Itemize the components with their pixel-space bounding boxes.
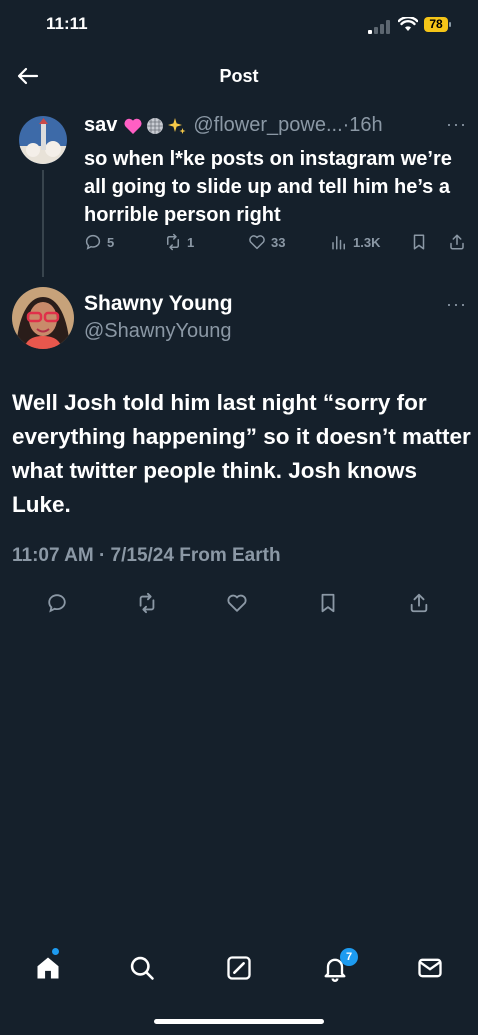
home-indicator[interactable] bbox=[154, 1019, 324, 1024]
quoted-post-time: ·16h bbox=[342, 114, 383, 136]
heart-icon bbox=[249, 235, 265, 250]
thread-connector bbox=[42, 170, 44, 277]
cellular-signal-icon bbox=[368, 20, 390, 34]
reply-icon bbox=[48, 594, 66, 613]
views-icon bbox=[332, 236, 345, 250]
post-metadata: 11:07 AM · 7/15/24 From Earth bbox=[12, 545, 281, 566]
quoted-post-text: so when l*ke posts on instagram we’re al… bbox=[84, 148, 452, 226]
bookmark-icon bbox=[321, 593, 335, 613]
post-text: Well Josh told him last night “sorry for… bbox=[12, 390, 471, 517]
notifications-badge: 7 bbox=[340, 948, 358, 966]
home-unread-dot bbox=[52, 948, 59, 955]
home-icon bbox=[37, 957, 59, 979]
repost-icon bbox=[167, 233, 179, 251]
share-icon bbox=[450, 234, 464, 250]
tab-search[interactable] bbox=[122, 948, 162, 988]
quoted-post-header: sav @flower_powe... ·16h bbox=[84, 114, 383, 137]
quoted-author-name[interactable]: sav bbox=[84, 114, 117, 137]
bookmark-button[interactable] bbox=[410, 233, 428, 251]
quoted-author-handle[interactable]: @flower_powe... bbox=[193, 114, 342, 137]
like-count: 33 bbox=[271, 234, 286, 250]
wifi-icon bbox=[398, 17, 418, 31]
view-count: 1.3K bbox=[353, 234, 381, 250]
reply-button[interactable] bbox=[42, 588, 72, 618]
like-button[interactable] bbox=[222, 588, 252, 618]
repost-button[interactable]: 1 bbox=[164, 233, 194, 251]
avatar[interactable] bbox=[19, 116, 67, 164]
reply-button[interactable]: 5 bbox=[84, 233, 114, 251]
disco-ball-icon bbox=[147, 117, 164, 134]
battery-level: 78 bbox=[424, 17, 448, 32]
heart-icon bbox=[227, 594, 247, 612]
share-icon bbox=[410, 593, 428, 613]
quoted-more-options-button[interactable]: ··· bbox=[446, 114, 467, 135]
share-button[interactable] bbox=[448, 233, 466, 251]
more-options-button[interactable]: ··· bbox=[446, 294, 467, 315]
tab-home[interactable] bbox=[28, 948, 68, 988]
author-handle[interactable]: @ShawnyYoung bbox=[84, 320, 231, 343]
bookmark-button[interactable] bbox=[313, 588, 343, 618]
pink-heart-icon bbox=[124, 118, 142, 134]
search-icon bbox=[130, 956, 154, 980]
battery-icon: 78 bbox=[424, 17, 454, 33]
views-button[interactable]: 1.3K bbox=[330, 233, 380, 251]
like-button[interactable]: 33 bbox=[248, 233, 285, 251]
repost-button[interactable] bbox=[132, 588, 162, 618]
status-time: 11:11 bbox=[46, 14, 88, 33]
reply-icon bbox=[85, 234, 101, 250]
bookmark-icon bbox=[413, 234, 425, 250]
mail-icon bbox=[418, 958, 442, 978]
quoted-post-actions: 5 1 33 1.3K bbox=[84, 233, 470, 257]
repost-icon bbox=[139, 592, 155, 614]
avatar[interactable] bbox=[12, 287, 74, 349]
sparkles-icon bbox=[168, 117, 186, 134]
bottom-tab-bar bbox=[0, 948, 478, 988]
post-actions bbox=[0, 588, 478, 618]
name-emojis bbox=[123, 116, 187, 136]
repost-count: 1 bbox=[187, 234, 195, 250]
reply-count: 5 bbox=[107, 234, 115, 250]
share-button[interactable] bbox=[404, 588, 434, 618]
author-name[interactable]: Shawny Young bbox=[84, 292, 233, 316]
page-title: Post bbox=[219, 66, 259, 86]
tab-messages[interactable] bbox=[410, 948, 450, 988]
compose-icon bbox=[227, 956, 251, 980]
tab-compose[interactable] bbox=[219, 948, 259, 988]
